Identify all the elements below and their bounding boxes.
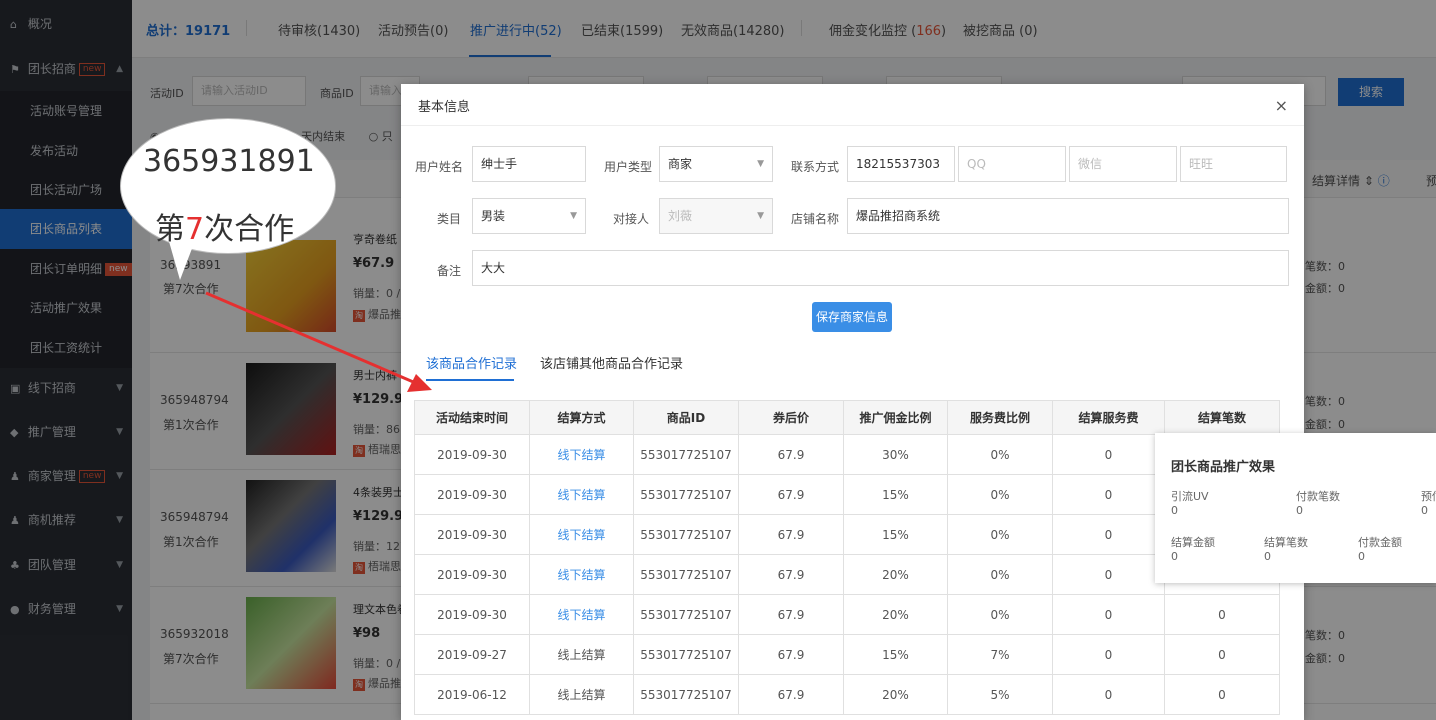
arrow-head — [407, 374, 432, 392]
annotation-arrow — [205, 291, 432, 392]
app-root: { "sidebar": { "items": [ {"label": "概况"… — [0, 0, 1436, 720]
arrow-line — [205, 291, 419, 386]
